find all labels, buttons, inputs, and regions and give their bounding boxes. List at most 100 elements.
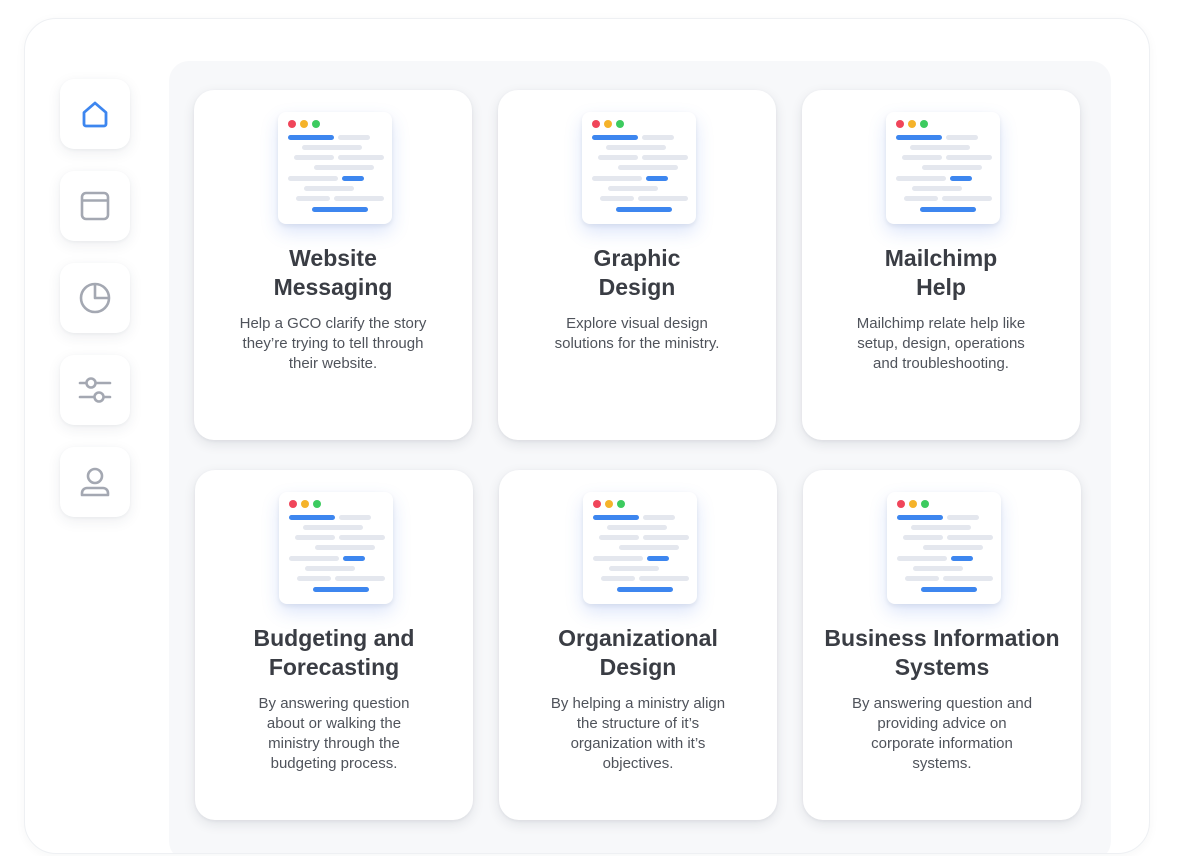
nav-window-button[interactable]: [60, 171, 130, 241]
nav-home-button[interactable]: [60, 79, 130, 149]
preview-line: [646, 176, 668, 181]
preview-line: [922, 165, 982, 170]
card-description-line: they’re trying to tell through: [242, 335, 424, 352]
preview-line: [305, 566, 355, 571]
preview-line: [639, 576, 689, 581]
window-dot-red: [592, 120, 600, 128]
window-dot-green: [312, 120, 320, 128]
preview-line: [942, 196, 992, 201]
window-dot-green: [921, 500, 929, 508]
card-description-line: organization with it’s: [570, 735, 706, 752]
preview-line: [335, 576, 385, 581]
card-description: By answering question about or walking t…: [195, 694, 473, 774]
preview-line: [896, 176, 946, 181]
preview-line: [297, 576, 331, 581]
card-title-line: Messaging: [273, 274, 393, 300]
card-description: Mailchimp relate help like setup, design…: [802, 314, 1080, 374]
service-card[interactable]: Graphic Design Explore visual design sol…: [498, 90, 776, 440]
preview-line: [288, 176, 338, 181]
service-card[interactable]: Business Information Systems By answerin…: [803, 470, 1081, 820]
card-description-line: By answering question and: [851, 695, 1033, 712]
preview-line: [608, 186, 658, 191]
preview-line: [295, 535, 335, 540]
window-dot-red: [288, 120, 296, 128]
window-dot-green: [616, 120, 624, 128]
preview-line: [342, 176, 364, 181]
window-dot-green: [313, 500, 321, 508]
preview-line: [593, 515, 639, 520]
preview-line: [339, 535, 385, 540]
card-title-line: Business Information: [824, 625, 1060, 651]
browser-preview-illustration: [887, 492, 1001, 604]
preview-line: [923, 545, 983, 550]
preview-line: [343, 556, 365, 561]
window-dot-yellow: [908, 120, 916, 128]
preview-line: [902, 155, 942, 160]
browser-preview-illustration: [278, 112, 392, 224]
card-title: Organizational Design: [499, 624, 777, 682]
preview-line: [647, 556, 669, 561]
window-dot-green: [920, 120, 928, 128]
card-description-line: Explore visual design: [566, 315, 708, 332]
card-title: Mailchimp Help: [802, 244, 1080, 302]
preview-line: [288, 135, 334, 140]
preview-line: [642, 155, 688, 160]
card-description-line: Help a GCO clarify the story: [239, 315, 427, 332]
preview-line: [296, 196, 330, 201]
card-description-line: corporate information: [871, 735, 1013, 752]
card-description-line: ministry through the: [268, 735, 400, 752]
preview-line: [289, 515, 335, 520]
preview-line: [294, 155, 334, 160]
card-description-line: their website.: [288, 355, 378, 372]
preview-line: [638, 196, 688, 201]
preview-line: [904, 196, 938, 201]
card-title-line: Graphic: [593, 245, 681, 271]
preview-line: [920, 207, 976, 212]
window-dot-yellow: [909, 500, 917, 508]
preview-line: [618, 165, 678, 170]
preview-line: [642, 135, 674, 140]
preview-line: [616, 207, 672, 212]
preview-line: [334, 196, 384, 201]
window-dot-yellow: [300, 120, 308, 128]
card-title-line: Systems: [894, 654, 990, 680]
preview-line: [643, 515, 675, 520]
preview-line: [599, 535, 639, 540]
card-description-line: solutions for the ministry.: [554, 335, 720, 352]
nav-settings-button[interactable]: [60, 355, 130, 425]
nav-reports-button[interactable]: [60, 263, 130, 333]
card-description-line: objectives.: [602, 755, 674, 772]
card-title-line: Budgeting and: [253, 625, 415, 651]
preview-line: [607, 525, 667, 530]
card-description-line: By answering question: [258, 695, 410, 712]
card-description: Help a GCO clarify the story they’re try…: [194, 314, 472, 374]
preview-line: [617, 587, 673, 592]
preview-line: [313, 587, 369, 592]
card-title: Budgeting and Forecasting: [195, 624, 473, 682]
service-card[interactable]: Mailchimp Help Mailchimp relate help lik…: [802, 90, 1080, 440]
browser-preview-illustration: [582, 112, 696, 224]
preview-line: [947, 515, 979, 520]
preview-line: [314, 165, 374, 170]
preview-line: [912, 186, 962, 191]
service-card[interactable]: Budgeting and Forecasting By answering q…: [195, 470, 473, 820]
card-description-line: systems.: [912, 755, 972, 772]
service-card[interactable]: Organizational Design By helping a minis…: [499, 470, 777, 820]
preview-line: [304, 186, 354, 191]
card-title-line: Design: [598, 274, 676, 300]
window-dot-red: [593, 500, 601, 508]
preview-line: [951, 556, 973, 561]
preview-line: [943, 576, 993, 581]
window-dot-red: [896, 120, 904, 128]
nav-profile-button[interactable]: [60, 447, 130, 517]
preview-line: [905, 576, 939, 581]
preview-line: [289, 556, 339, 561]
preview-line: [903, 535, 943, 540]
card-title: Business Information Systems: [803, 624, 1081, 682]
service-card[interactable]: Website Messaging Help a GCO clarify the…: [194, 90, 472, 440]
preview-line: [897, 515, 943, 520]
card-description-line: about or walking the: [266, 715, 402, 732]
card-title: Graphic Design: [498, 244, 776, 302]
preview-line: [592, 135, 638, 140]
card-title-line: Website: [289, 245, 377, 271]
